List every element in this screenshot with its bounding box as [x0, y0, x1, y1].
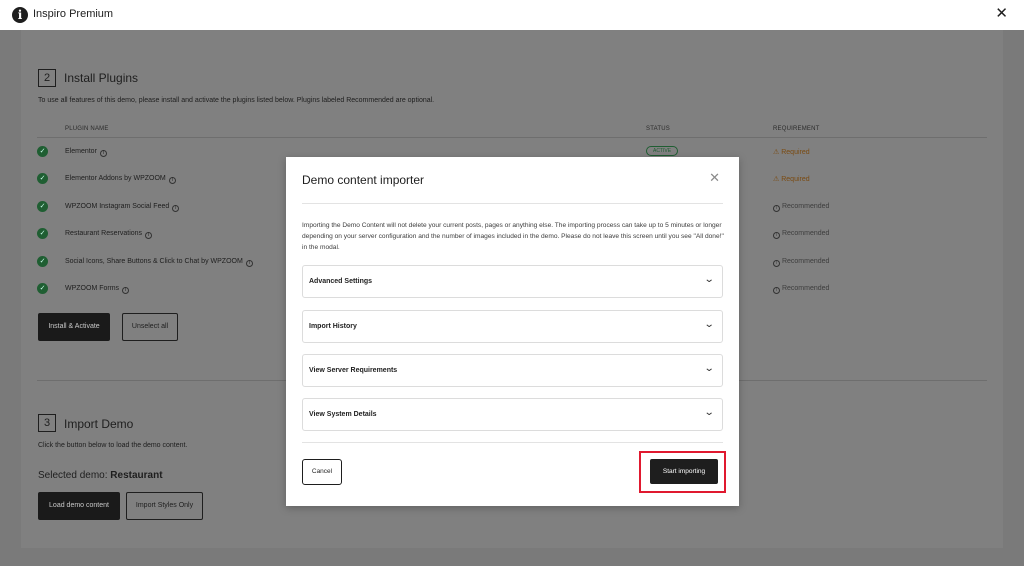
accordion-label: Advanced Settings — [309, 278, 373, 285]
install-plugins-title: Install Plugins — [64, 71, 139, 85]
step-number-2: 2 — [38, 69, 56, 87]
column-plugin-name: PLUGIN NAME — [65, 126, 109, 132]
accordion-system-details[interactable]: View System Details ⌄ — [302, 398, 723, 431]
unselect-all-button[interactable]: Unselect all — [122, 313, 178, 341]
load-demo-content-button[interactable]: Load demo content — [38, 492, 120, 520]
requirement-label: Required — [781, 176, 810, 183]
highlight-box — [639, 451, 726, 493]
import-demo-title: Import Demo — [64, 417, 134, 431]
requirement-label: Recommended — [781, 230, 830, 237]
chevron-down-icon: ⌄ — [703, 319, 715, 330]
checkbox-checked-icon[interactable]: ✓ — [37, 283, 48, 294]
info-icon: i — [172, 205, 180, 212]
selected-demo-label: Selected demo: — [38, 470, 108, 481]
checkbox-checked-icon[interactable]: ✓ — [37, 256, 48, 267]
warning-icon: ⚠ — [773, 176, 780, 183]
requirement-label: Required — [781, 149, 810, 156]
selected-demo: Selected demo: Restaurant — [38, 470, 163, 481]
info-icon: i — [773, 232, 780, 239]
status-badge: ACTIVE — [646, 146, 679, 156]
plugin-name: WPZOOM Forms — [65, 285, 120, 292]
accordion-label: View System Details — [309, 411, 377, 418]
step-number-3: 3 — [38, 414, 56, 432]
checkbox-checked-icon[interactable]: ✓ — [37, 173, 48, 184]
chevron-down-icon: ⌄ — [703, 407, 715, 418]
checkbox-checked-icon[interactable]: ✓ — [37, 228, 48, 239]
info-icon: i — [145, 232, 153, 239]
info-icon: i — [773, 205, 780, 212]
info-icon: i — [773, 287, 780, 294]
cancel-button[interactable]: Cancel — [302, 459, 342, 485]
modal-title: Demo content importer — [302, 173, 425, 187]
import-styles-only-button[interactable]: Import Styles Only — [126, 492, 203, 520]
install-activate-button[interactable]: Install & Activate — [38, 313, 110, 341]
top-bar: i Inspiro Premium ✕ — [0, 0, 1024, 30]
accordion-label: View Server Requirements — [309, 367, 398, 374]
requirement-label: Recommended — [781, 258, 830, 265]
accordion-label: Import History — [309, 323, 357, 330]
close-icon[interactable]: ✕ — [995, 6, 1008, 22]
chevron-down-icon: ⌄ — [703, 274, 715, 285]
plugin-name: Elementor — [65, 148, 97, 155]
divider — [302, 442, 723, 443]
install-plugins-description: To use all features of this demo, please… — [38, 97, 435, 104]
close-icon[interactable]: ✕ — [709, 170, 720, 186]
requirement-label: Recommended — [781, 285, 830, 292]
info-logo-icon: i — [12, 7, 28, 23]
plugin-name: Social Icons, Share Buttons & Click to C… — [65, 258, 243, 265]
accordion-advanced-settings[interactable]: Advanced Settings ⌄ — [302, 265, 723, 298]
column-requirement: REQUIREMENT — [773, 126, 820, 132]
divider — [302, 203, 723, 204]
selected-demo-value: Restaurant — [110, 470, 163, 481]
app-title: Inspiro Premium — [33, 8, 114, 20]
chevron-down-icon: ⌄ — [703, 363, 715, 374]
requirement-label: Recommended — [781, 203, 830, 210]
plugin-name: Restaurant Reservations — [65, 230, 143, 237]
accordion-import-history[interactable]: Import History ⌄ — [302, 310, 723, 343]
info-icon: i — [773, 260, 780, 267]
info-icon: i — [168, 177, 176, 184]
checkbox-checked-icon[interactable]: ✓ — [37, 146, 48, 157]
modal-description: Importing the Demo Content will not dele… — [302, 222, 724, 251]
warning-icon: ⚠ — [773, 149, 780, 156]
info-icon: i — [122, 287, 130, 294]
plugin-name: WPZOOM Instagram Social Feed — [65, 203, 170, 210]
plugin-name: Elementor Addons by WPZOOM — [65, 175, 166, 182]
accordion-server-requirements[interactable]: View Server Requirements ⌄ — [302, 354, 723, 387]
column-status: STATUS — [646, 126, 670, 132]
checkbox-checked-icon[interactable]: ✓ — [37, 201, 48, 212]
info-icon: i — [245, 260, 253, 267]
info-icon: i — [99, 150, 107, 157]
import-demo-description: Click the button below to load the demo … — [38, 442, 188, 449]
